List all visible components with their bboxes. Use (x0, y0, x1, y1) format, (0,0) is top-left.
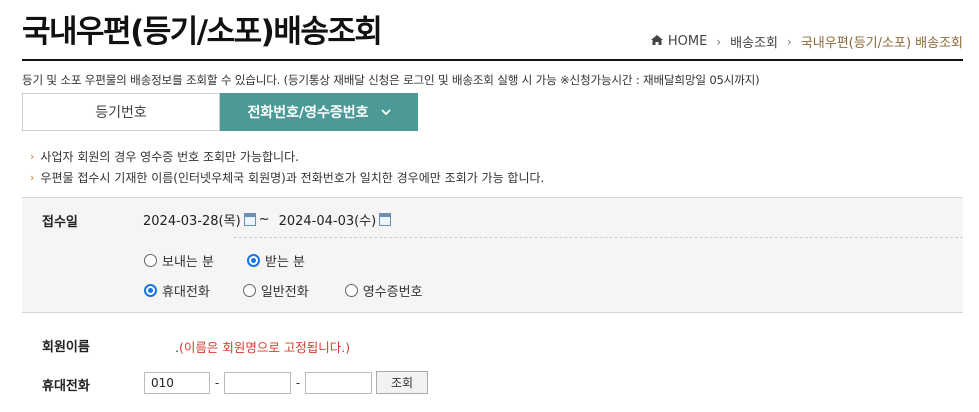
radio-mobile-phone[interactable]: 휴대전화 (144, 281, 210, 300)
radio-label: 영수증번호 (362, 285, 423, 300)
divider (234, 237, 963, 238)
calendar-icon[interactable] (379, 213, 392, 226)
date-separator: ~ (258, 212, 270, 227)
phone-input-group: - - 조회 (144, 371, 428, 394)
breadcrumb-home-link[interactable]: HOME (668, 34, 707, 49)
bullet-arrow-icon: › (30, 150, 35, 163)
tab-registered-number[interactable]: 등기번호 (22, 93, 220, 131)
chevron-right-icon: › (716, 34, 722, 49)
party-radio-group: 보내는 분 받는 분 (144, 251, 305, 270)
member-name-note: .(이름은 회원명으로 고정됩니다.) (175, 337, 350, 356)
radio-button[interactable] (144, 254, 157, 267)
title-divider (22, 59, 963, 61)
radio-receipt-number[interactable]: 영수증번호 (344, 281, 423, 300)
radio-landline-phone[interactable]: 일반전화 (242, 281, 309, 300)
radio-sender[interactable]: 보내는 분 (144, 251, 214, 270)
breadcrumb-current: 국내우편(등기/소포) 배송조회 (800, 36, 963, 51)
radio-label: 일반전화 (260, 285, 309, 300)
notice-text: 우편물 접수시 기재한 이름(인터넷우체국 회원명)과 전화번호가 일치한 경우… (40, 171, 545, 185)
member-name-notice: (이름은 회원명으로 고정됩니다.) (178, 340, 351, 355)
date-from-field[interactable]: 2024-03-28(목) (143, 210, 241, 229)
tab-label: 등기번호 (95, 105, 147, 121)
radio-button[interactable] (144, 284, 157, 297)
mobile-phone-label: 휴대전화 (42, 379, 90, 394)
notice-list: › 사업자 회원의 경우 영수증 번호 조회만 가능합니다. › 우편물 접수시… (30, 146, 544, 188)
chevron-down-icon (380, 105, 391, 119)
search-tabs: 등기번호 전화번호/영수증번호 (22, 93, 418, 131)
receipt-date-label: 접수일 (42, 215, 78, 230)
tab-phone-receipt-number[interactable]: 전화번호/영수증번호 (220, 93, 418, 131)
date-to-field[interactable]: 2024-04-03(수) (279, 210, 377, 229)
radio-label: 휴대전화 (162, 285, 210, 300)
radio-button[interactable] (246, 254, 260, 267)
member-name-label: 회원이름 (42, 340, 90, 355)
search-button[interactable]: 조회 (376, 371, 428, 394)
page-description: 등기 및 소포 우편물의 배송정보를 조회할 수 있습니다. (등기통상 재배달… (22, 73, 760, 87)
bullet-arrow-icon: › (30, 171, 35, 184)
phone-middle-input[interactable] (224, 371, 291, 394)
breadcrumb-level1-link[interactable]: 배송조회 (730, 32, 778, 51)
list-item: › 우편물 접수시 기재한 이름(인터넷우체국 회원명)과 전화번호가 일치한 … (30, 167, 544, 188)
phone-dash: - (295, 375, 301, 390)
tab-label: 전화번호/영수증번호 (247, 105, 369, 121)
search-options-panel: 접수일 2024-03-28(목) ~ 2024-04-03(수) 보내는 분 … (22, 197, 963, 313)
radio-button[interactable] (242, 284, 256, 297)
phone-last-input[interactable] (305, 371, 372, 394)
page-title: 국내우편(등기/소포)배송조회 (22, 14, 383, 50)
list-item: › 사업자 회원의 경우 영수증 번호 조회만 가능합니다. (30, 146, 544, 167)
type-radio-group: 휴대전화 일반전화 영수증번호 (144, 281, 423, 300)
phone-prefix-input[interactable] (144, 371, 210, 394)
notice-text: 사업자 회원의 경우 영수증 번호 조회만 가능합니다. (40, 150, 299, 164)
date-range: 2024-03-28(목) ~ 2024-04-03(수) (143, 210, 394, 229)
breadcrumb: HOME › 배송조회 › 국내우편(등기/소포) 배송조회 (650, 32, 963, 51)
home-icon (650, 34, 668, 50)
radio-label: 보내는 분 (162, 255, 214, 270)
radio-recipient[interactable]: 받는 분 (246, 251, 305, 270)
radio-button[interactable] (344, 284, 358, 297)
chevron-right-icon: › (787, 34, 792, 49)
radio-label: 받는 분 (264, 255, 305, 270)
calendar-icon[interactable] (243, 213, 256, 226)
phone-dash: - (214, 375, 220, 390)
